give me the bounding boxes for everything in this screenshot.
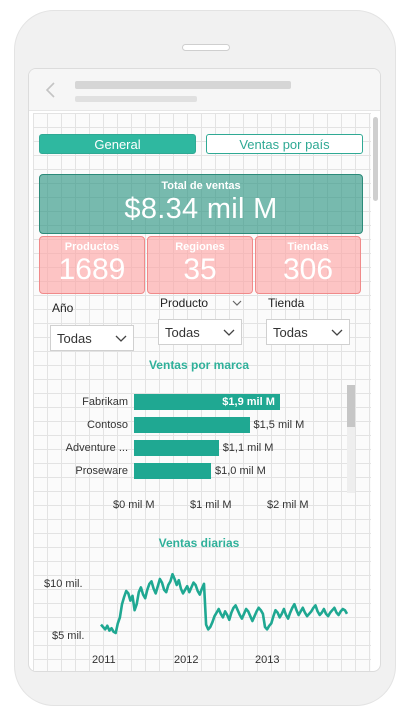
bar-value-label: $1,5 mil M	[253, 419, 305, 431]
bar-category-label: Proseware	[75, 465, 128, 477]
app-screen: General Ventas por país Total de ventas …	[28, 68, 381, 672]
tab-general-label: General	[94, 136, 141, 152]
kpi-tiendas-value: 306	[282, 253, 334, 286]
slicer-anio-value: Todas	[57, 330, 92, 346]
phone-speaker	[182, 44, 230, 51]
slicer-tienda-dropdown[interactable]: Todas	[266, 319, 350, 345]
slicer-anio-dropdown[interactable]: Todas	[50, 325, 134, 351]
slicer-anio-label: Año	[52, 301, 74, 315]
bar-category-label: Adventure ...	[65, 442, 128, 454]
slicer-producto-value: Todas	[165, 324, 200, 340]
bar-chart-scrollbar-thumb[interactable]	[347, 385, 355, 427]
kpi-productos-card[interactable]: Productos 1689	[39, 236, 145, 294]
kpi-tiendas-label: Tiendas	[287, 241, 329, 253]
bar-chart-scrollbar[interactable]	[347, 385, 355, 493]
kpi-productos-value: 1689	[58, 253, 126, 286]
line-x-tick: 2013	[255, 654, 280, 666]
line-x-tick: 2012	[174, 654, 199, 666]
bar-mark[interactable]	[134, 440, 219, 456]
chevron-down-icon[interactable]	[232, 300, 242, 306]
kpi-regiones-label: Regiones	[175, 241, 225, 253]
slicer-tienda-label: Tienda	[268, 296, 305, 310]
kpi-productos-label: Productos	[64, 241, 120, 253]
chevron-down-icon	[223, 329, 235, 336]
bar-value-label: $1,0 mil M	[215, 465, 266, 477]
line-series-ventas[interactable]	[100, 572, 349, 635]
ventas-diarias-chart	[100, 572, 349, 635]
bar-category-label: Contoso	[87, 419, 128, 431]
report-title-placeholder	[75, 81, 291, 89]
bar-category-label: Fabrikam	[82, 396, 128, 408]
kpi-tiendas-card[interactable]: Tiendas 306	[255, 236, 361, 294]
tab-ventas-por-pais-label: Ventas por país	[239, 136, 330, 152]
back-arrow-icon[interactable]	[43, 81, 59, 99]
tab-general[interactable]: General	[39, 134, 196, 154]
bar-x-tick: $1 mil M	[190, 499, 232, 511]
kpi-regiones-value: 35	[183, 253, 217, 286]
slicer-tienda-value: Todas	[273, 324, 308, 340]
bar-mark[interactable]	[134, 463, 211, 479]
bar-mark[interactable]	[134, 417, 250, 433]
slicer-producto-label: Producto	[160, 296, 209, 310]
bar-chart-title: Ventas por marca	[148, 358, 250, 372]
line-y-tick: $10 mil.	[44, 578, 83, 590]
page-scrollbar[interactable]	[373, 117, 378, 201]
bar-x-tick: $2 mil M	[267, 499, 309, 511]
line-chart-title: Ventas diarias	[158, 536, 240, 550]
bar-value-label: $1,1 mil M	[222, 442, 274, 454]
bar-value-label: $1,9 mil M	[222, 396, 275, 408]
kpi-total-ventas-card[interactable]: Total de ventas $8.34 mil M	[39, 174, 363, 234]
kpi-total-label: Total de ventas	[161, 180, 241, 192]
line-x-tick: 2011	[92, 654, 116, 666]
chevron-down-icon	[115, 335, 127, 342]
kpi-regiones-card[interactable]: Regiones 35	[147, 236, 253, 294]
kpi-total-value: $8.34 mil M	[124, 193, 278, 225]
line-y-tick: $5 mil.	[52, 630, 85, 642]
app-header	[29, 69, 380, 111]
bar-x-tick: $0 mil M	[113, 499, 155, 511]
report-subtitle-placeholder	[75, 96, 197, 102]
tab-ventas-por-pais[interactable]: Ventas por país	[206, 134, 363, 154]
chevron-down-icon	[331, 329, 343, 336]
slicer-producto-dropdown[interactable]: Todas	[158, 319, 242, 345]
